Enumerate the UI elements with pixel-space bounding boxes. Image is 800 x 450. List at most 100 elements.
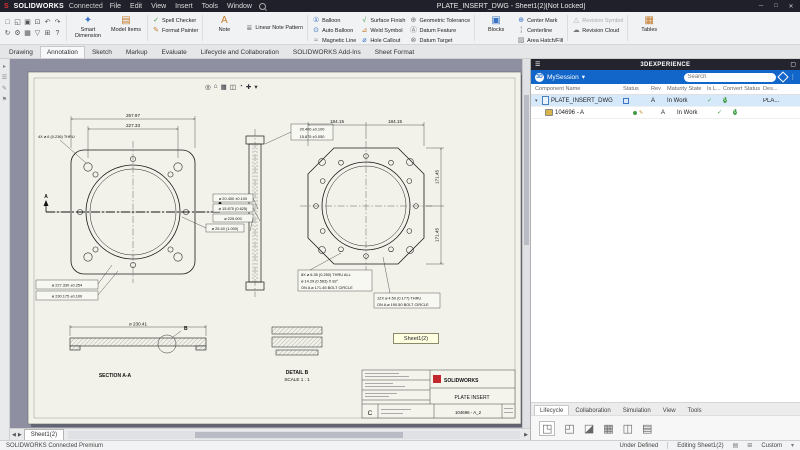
table-row[interactable]: ▾ PLATE_INSERT_DWG A In Work ✓ ↻ PLA... — [531, 95, 800, 107]
options-icon[interactable]: ⚙ — [13, 29, 22, 39]
feature-tree-icon[interactable]: ☰ — [2, 74, 7, 81]
magnetic-line-button[interactable]: ≈ Magnetic Line — [311, 36, 357, 45]
dim-section-diameter[interactable]: ⌀ 230.41 — [129, 322, 148, 327]
side-callout-1[interactable]: ⌀ 20.400 ±0.100 — [219, 196, 248, 201]
custom-dropdown-icon[interactable]: ▾ — [791, 442, 794, 449]
more-menu-icon[interactable]: ⋮ — [790, 73, 797, 81]
new-icon[interactable]: □ — [3, 18, 12, 28]
column-rev[interactable]: Rev — [651, 86, 667, 92]
tag-icon[interactable] — [777, 71, 788, 82]
bore-callout-1[interactable]: ⌀ 227.330 ±0.254 — [52, 283, 83, 288]
route-action-icon[interactable]: ▤ — [642, 422, 652, 435]
display-style-icon[interactable]: ◔ — [239, 83, 243, 91]
drawing-sheet[interactable]: A A 267.97 227.33 4X ⌀ 6 (0.236) THRU ⌀ … — [10, 59, 530, 428]
search-icon[interactable] — [259, 3, 266, 10]
display-icon[interactable]: ▦ — [23, 29, 32, 39]
annotations-icon[interactable]: ✎ — [2, 85, 7, 92]
corner-hole-callout[interactable]: 4X ⌀ 6 (0.236) THRU — [38, 134, 75, 139]
tab-markup[interactable]: Markup — [119, 46, 155, 58]
column-description[interactable]: Des... — [763, 86, 800, 92]
column-component-name[interactable]: Component Name — [535, 86, 623, 92]
vertical-scrollbar[interactable] — [522, 59, 530, 428]
menu-file[interactable]: File — [108, 3, 123, 10]
area-hatch-fill-button[interactable]: ▨ Area Hatch/Fill — [516, 36, 564, 45]
revision-cloud-button[interactable]: ☁ Revision Cloud — [571, 26, 624, 35]
menu-insert[interactable]: Insert — [173, 3, 195, 10]
undo-icon[interactable]: ↶ — [43, 18, 52, 28]
expand-icon[interactable]: ▾ — [535, 98, 540, 104]
tab-sketch[interactable]: Sketch — [85, 46, 119, 58]
side-callout-3[interactable]: ⌀ 225.000 — [224, 216, 242, 221]
bolt-circle-callout-1-line-1[interactable]: 8X ⌀ 6.35 (0.250) THRU ALL — [301, 272, 352, 277]
surface-finish-button[interactable]: √ Surface Finish — [359, 16, 406, 25]
menu-tools[interactable]: Tools — [200, 3, 220, 10]
column-status[interactable]: Status — [623, 86, 651, 92]
side-hole-callout[interactable]: ⌀ 25.40 (1.000) — [212, 226, 239, 231]
panel-menu-icon[interactable]: ☰ — [535, 61, 540, 68]
lifecycle-action-icon[interactable]: ◳ — [539, 421, 555, 436]
dim-right-top-2[interactable]: 184.15 — [388, 119, 402, 124]
weld-symbol-button[interactable]: ⊿ Weld Symbol — [359, 26, 406, 35]
hole-callout-button[interactable]: ⌀ Hole Callout — [359, 36, 406, 45]
thickness-callout-2[interactable]: 15.875 ±0.050 — [300, 134, 326, 139]
blocks-button[interactable]: ▣ Blocks — [478, 13, 514, 43]
bolt-circle-callout-2-line-1[interactable]: 12X ⌀ 4.50 (0.177) THRU — [377, 296, 421, 301]
column-convert-status[interactable]: Convert Status — [723, 86, 763, 92]
format-painter-button[interactable]: ✎ Format Painter — [151, 26, 199, 35]
units-custom-selector[interactable]: Custom — [761, 443, 782, 449]
view-settings-icon[interactable]: ▦ — [221, 83, 227, 91]
close-button[interactable]: ✕ — [786, 3, 796, 10]
annotations-visibility-icon[interactable]: ✚ — [246, 83, 251, 91]
open-icon[interactable]: ◱ — [13, 18, 22, 28]
dim-overall-width[interactable]: 267.97 — [126, 113, 140, 118]
datum-feature-button[interactable]: Ⓐ Datum Feature — [408, 26, 471, 35]
revision-action-icon[interactable]: ◪ — [584, 422, 594, 435]
sheet-prev-icon[interactable]: ◀ — [12, 432, 16, 438]
thickness-callout-1[interactable]: 20.400 ±0.100 — [300, 127, 326, 132]
bore-callout-2[interactable]: ⌀ 230.175 ±0.100 — [52, 294, 83, 299]
tab-evaluate[interactable]: Evaluate — [155, 46, 194, 58]
side-callout-2[interactable]: ⌀ 15.875 (0.625) — [219, 206, 248, 211]
smart-dimension-button[interactable]: ✦ Smart Dimension — [70, 13, 106, 43]
sheet-settings-icon[interactable]: ◫ — [230, 83, 236, 91]
tables-button[interactable]: ▦ Tables — [631, 13, 667, 43]
zoom-area-icon[interactable]: ⌂ — [214, 83, 218, 91]
linear-note-pattern-button[interactable]: ≣ Linear Note Pattern — [244, 24, 304, 33]
auto-balloon-button[interactable]: ⊙ Auto Balloon — [311, 26, 357, 35]
expand-pane-icon[interactable]: ▸ — [3, 63, 6, 70]
spell-checker-button[interactable]: ✓ Spell Checker — [151, 16, 199, 25]
horizontal-scrollbar-thumb[interactable] — [195, 432, 403, 438]
balloon-button[interactable]: ① Balloon — [311, 16, 357, 25]
datum-target-button[interactable]: ⊗ Datum Target — [408, 36, 471, 45]
dim-right-side-2[interactable]: 171.45 — [435, 228, 440, 242]
minimize-button[interactable]: ─ — [756, 3, 766, 9]
tab-sheet-format[interactable]: Sheet Format — [368, 46, 421, 58]
save-icon[interactable]: ▣ — [23, 18, 32, 28]
vertical-scrollbar-thumb[interactable] — [524, 95, 529, 245]
panel-dock-icon[interactable]: ▢ — [790, 61, 796, 68]
duplicate-action-icon[interactable]: ◫ — [623, 422, 633, 435]
more-options-icon[interactable]: ▾ — [254, 83, 257, 91]
column-is-l[interactable]: Is L... — [707, 86, 723, 92]
add-icon[interactable]: ⊞ — [43, 29, 52, 39]
tab-lifecycle-collaboration[interactable]: Lifecycle and Collaboration — [194, 46, 286, 58]
dim-right-top-1[interactable]: 184.15 — [330, 119, 344, 124]
bookmark-icon[interactable]: ⚑ — [2, 96, 7, 103]
rebuild-icon[interactable]: ↻ — [3, 29, 12, 39]
menu-window[interactable]: Window — [225, 3, 254, 10]
ownership-action-icon[interactable]: ▦ — [603, 422, 613, 435]
model-items-button[interactable]: ▤ Model Items — [108, 13, 144, 43]
zoom-fit-icon[interactable]: ◎ — [205, 83, 211, 91]
center-mark-button[interactable]: ⊕ Center Mark — [516, 16, 564, 25]
column-maturity-state[interactable]: Maturity State — [667, 86, 707, 92]
grid-icon[interactable]: ⊞ — [747, 442, 752, 449]
dim-hole-spacing[interactable]: 227.33 — [126, 123, 140, 128]
scroll-right-icon[interactable]: ▶ — [524, 432, 528, 438]
search-input[interactable] — [684, 73, 776, 82]
geometric-tolerance-button[interactable]: ⊕ Geometric Tolerance — [408, 16, 471, 25]
session-chevron-icon[interactable]: ▾ — [582, 73, 585, 81]
maximize-button[interactable]: □ — [771, 3, 781, 9]
dim-right-side-1[interactable]: 171.45 — [435, 170, 440, 184]
tab-solidworks-addins[interactable]: SOLIDWORKS Add-Ins — [286, 46, 368, 58]
menu-edit[interactable]: Edit — [128, 3, 144, 10]
